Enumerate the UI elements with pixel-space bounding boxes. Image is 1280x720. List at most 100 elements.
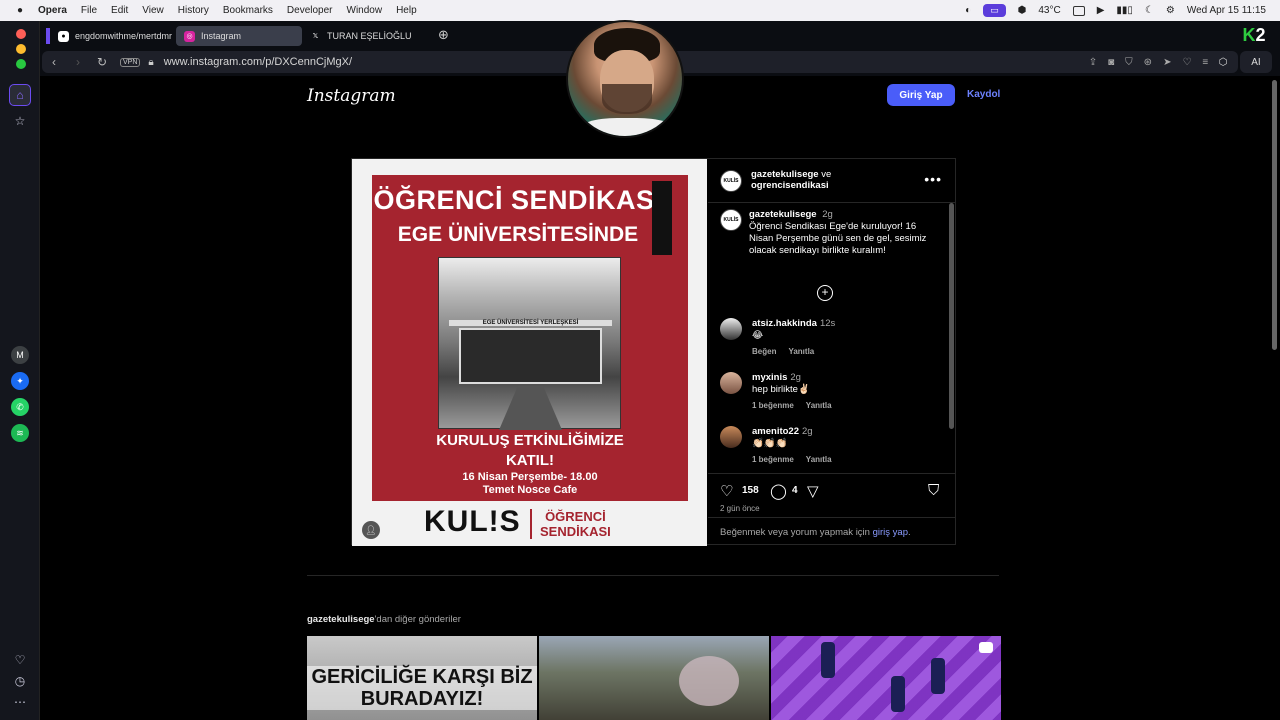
more-dots-icon[interactable]: ⋯ bbox=[9, 691, 31, 713]
focus-moon-icon[interactable]: ☾ bbox=[1145, 5, 1154, 16]
menu-history[interactable]: History bbox=[178, 5, 209, 16]
login-button[interactable]: Giriş Yap bbox=[887, 84, 955, 106]
likes-count[interactable]: 158 bbox=[742, 485, 759, 496]
gmail-icon[interactable]: M bbox=[11, 346, 29, 364]
shield-check-icon[interactable]: ⛉ bbox=[1125, 57, 1133, 68]
battery-icon[interactable]: ▮▮▯ bbox=[1116, 5, 1133, 16]
comment-username[interactable]: amenito22 bbox=[752, 426, 799, 437]
status-shield-icon[interactable]: ⬢ bbox=[1018, 5, 1027, 16]
share-icon[interactable]: ⇪ bbox=[1089, 57, 1097, 68]
avatar[interactable] bbox=[720, 426, 742, 448]
heart-icon[interactable]: ♡ bbox=[9, 649, 31, 671]
messenger-icon[interactable]: ✦ bbox=[11, 372, 29, 390]
send-icon[interactable]: ➤ bbox=[1163, 57, 1171, 68]
heart-outline-icon[interactable]: ♡ bbox=[1182, 57, 1191, 68]
avatar[interactable]: KULİS bbox=[720, 170, 742, 192]
comments-scrollbar[interactable] bbox=[949, 203, 954, 473]
reload-button[interactable]: ↻ bbox=[90, 55, 114, 69]
comment-likes-count[interactable]: 1 beğenme bbox=[752, 401, 794, 410]
comment-reply-link[interactable]: Yanıtla bbox=[806, 401, 832, 410]
camera-icon[interactable]: ◙ bbox=[1108, 57, 1114, 68]
comment-user[interactable]: myxinis 2g bbox=[752, 372, 801, 383]
campus-sign: EGE ÜNİVERSİTESİ YERLEŞKESİ bbox=[449, 320, 612, 326]
load-more-comments-icon[interactable]: + bbox=[817, 285, 833, 301]
tab-instagram[interactable]: ◎ Instagram bbox=[176, 26, 302, 46]
ogrenci-sendikasi-logo: ÖĞRENCİ SENDİKASI bbox=[540, 509, 611, 539]
avatar[interactable] bbox=[720, 318, 742, 340]
bookmarks-star-icon[interactable]: ☆ bbox=[9, 110, 31, 132]
more-post-thumbnail[interactable]: GERİCİLİĞE KARŞI BİZ BURADAYIZ! bbox=[307, 636, 537, 720]
share-send-icon[interactable]: ▽ bbox=[807, 482, 819, 500]
more-post-thumbnail[interactable] bbox=[539, 636, 769, 720]
forward-button[interactable]: › bbox=[66, 55, 90, 69]
window-close-button[interactable] bbox=[16, 29, 26, 39]
translate-icon[interactable]: ⊛ bbox=[1144, 57, 1152, 68]
menu-help[interactable]: Help bbox=[396, 5, 417, 16]
menu-app-opera[interactable]: Opera bbox=[38, 5, 67, 16]
page-scrollbar[interactable] bbox=[1268, 76, 1280, 720]
tagged-people-icon[interactable]: 👤︎ bbox=[362, 521, 380, 539]
save-bookmark-icon[interactable]: ⛉ bbox=[928, 482, 939, 499]
author-link-2[interactable]: ogrencisendikasi bbox=[751, 180, 829, 191]
thumbnail-illustration bbox=[771, 636, 1001, 720]
back-button[interactable]: ‹ bbox=[42, 55, 66, 69]
history-clock-icon[interactable]: ◷ bbox=[9, 670, 31, 692]
lock-icon[interactable]: 🔒︎ bbox=[148, 57, 153, 68]
url-field[interactable]: www.instagram.com/p/DXCennCjMgX/ bbox=[164, 56, 352, 68]
status-play-icon[interactable]: ▶ bbox=[1097, 5, 1105, 16]
comments-count[interactable]: 4 bbox=[792, 485, 798, 496]
avatar[interactable]: KULİS bbox=[720, 209, 742, 231]
comments-scrollbar-thumb[interactable] bbox=[949, 203, 954, 429]
menu-view[interactable]: View bbox=[142, 5, 164, 16]
ai-button[interactable]: AI bbox=[1240, 51, 1272, 73]
status-window-icon[interactable] bbox=[1072, 5, 1085, 16]
login-prompt-link[interactable]: giriş yap bbox=[873, 527, 908, 538]
clock[interactable]: Wed Apr 15 11:15 bbox=[1187, 5, 1266, 16]
comment-reply-link[interactable]: Yanıtla bbox=[788, 347, 814, 356]
window-zoom-button[interactable] bbox=[16, 59, 26, 69]
more-options-icon[interactable]: ••• bbox=[924, 171, 942, 187]
spotify-icon[interactable]: ≋ bbox=[11, 424, 29, 442]
more-posts-user-link[interactable]: gazetekulisege bbox=[307, 614, 375, 625]
status-globe-icon[interactable]: ◐ bbox=[965, 5, 971, 16]
apple-icon[interactable]: ● bbox=[14, 5, 26, 16]
tab-github[interactable]: ● engdomwithme/mertdmr bbox=[50, 26, 176, 46]
caption-user[interactable]: gazetekulisege bbox=[749, 209, 817, 220]
comment-user[interactable]: atsiz.hakkinda 12s bbox=[752, 318, 835, 329]
more-posts-suffix: 'dan diğer gönderiler bbox=[374, 614, 461, 625]
tab-x[interactable]: 𝕏 TURAN EŞELİOĞLU bbox=[302, 26, 432, 46]
profile-logo-icon[interactable]: K2 bbox=[1234, 24, 1274, 46]
page-scrollbar-thumb[interactable] bbox=[1272, 80, 1277, 350]
menu-file[interactable]: File bbox=[81, 5, 97, 16]
menu-bookmarks[interactable]: Bookmarks bbox=[223, 5, 273, 16]
comment-username[interactable]: myxinis bbox=[752, 372, 787, 383]
avatar[interactable] bbox=[720, 372, 742, 394]
menu-edit[interactable]: Edit bbox=[111, 5, 128, 16]
comment-likes-count[interactable]: 1 beğenme bbox=[752, 455, 794, 464]
status-screen-icon[interactable]: ▭ bbox=[983, 4, 1006, 17]
comment-user[interactable]: amenito22 2g bbox=[752, 426, 813, 437]
comment-username[interactable]: atsiz.hakkinda bbox=[752, 318, 817, 329]
like-heart-icon[interactable]: ♡ bbox=[720, 482, 733, 500]
menu-window[interactable]: Window bbox=[347, 5, 383, 16]
cube-icon[interactable]: ⬡ bbox=[1212, 51, 1234, 73]
menu-lines-icon[interactable]: ≡ bbox=[1202, 57, 1208, 68]
home-icon[interactable]: ⌂ bbox=[9, 84, 31, 106]
window-minimize-button[interactable] bbox=[16, 44, 26, 54]
comment-like-link[interactable]: Beğen bbox=[752, 347, 776, 356]
temperature-readout[interactable]: 43°C bbox=[1038, 5, 1060, 16]
more-post-thumbnail[interactable] bbox=[771, 636, 1001, 720]
instagram-logo[interactable]: Instagram bbox=[307, 86, 396, 106]
vpn-badge[interactable]: VPN bbox=[120, 57, 141, 67]
whatsapp-icon[interactable]: ✆ bbox=[11, 398, 29, 416]
author-link-1[interactable]: gazetekulisege bbox=[751, 169, 819, 180]
menu-developer[interactable]: Developer bbox=[287, 5, 333, 16]
control-center-icon[interactable]: ⚙ bbox=[1166, 5, 1175, 16]
comment-reply-link[interactable]: Yanıtla bbox=[806, 455, 832, 464]
comment-text: 😂 bbox=[752, 330, 764, 341]
new-tab-button[interactable]: ⊕ bbox=[438, 27, 449, 43]
comment-bubble-icon[interactable]: ◯ bbox=[770, 482, 787, 500]
section-divider bbox=[307, 575, 999, 576]
signup-link[interactable]: Kaydol bbox=[967, 89, 1000, 100]
post-image[interactable]: ÖĞRENCİ SENDİKASI EGE ÜNİVERSİTESİNDE EG… bbox=[352, 159, 707, 546]
